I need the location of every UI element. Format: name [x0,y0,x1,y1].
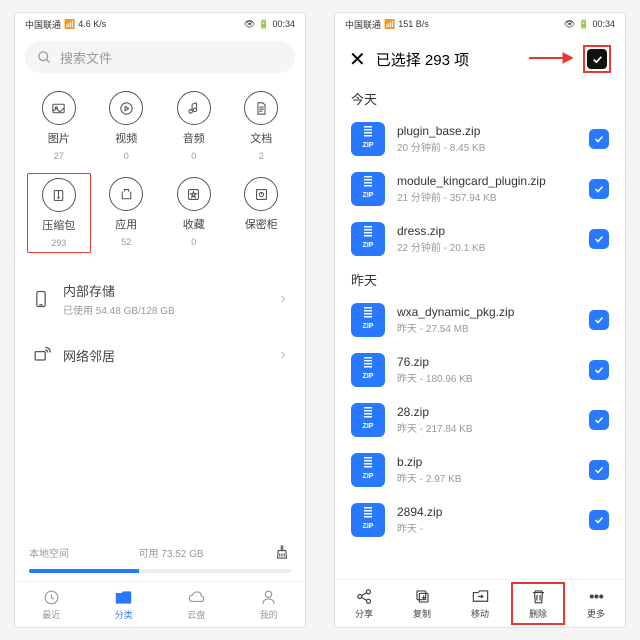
search-icon [37,50,52,65]
section-yesterday: 昨天 [335,264,625,295]
category-video[interactable]: 视频0 [95,87,159,165]
zip-icon: ZIP [351,353,385,387]
chevron-right-icon [277,293,289,305]
nav-recent[interactable]: 最近 [15,582,88,627]
category-images[interactable]: 图片27 [27,87,91,165]
internal-storage-row[interactable]: 内部存储已使用 54.48 GB/128 GB [15,267,305,331]
checkbox[interactable] [589,310,609,330]
action-more[interactable]: 更多 [567,580,625,627]
checkbox[interactable] [589,360,609,380]
status-bar: 中国联通📶151 B/s 👁🔋00:34 [335,13,625,35]
category-archives[interactable]: 压缩包293 [27,173,91,253]
section-today: 今天 [335,83,625,114]
category-apps[interactable]: 应用52 [95,173,159,253]
storage-summary: 本地空间可用 73.52 GB [15,543,305,565]
screen-file-manager-categories: 中国联通📶4.6 K/s 👁🔋00:34 搜索文件 图片27 视频0 音频0 文… [14,12,306,628]
file-row[interactable]: ZIPb.zip昨天 - 2.97 KB [335,445,625,495]
category-grid: 图片27 视频0 音频0 文档2 压缩包293 应用52 收藏0 保密柜 [15,79,305,267]
checkbox[interactable] [589,229,609,249]
file-list: 今天 ZIPplugin_base.zip20 分钟前 - 8.45 KB ZI… [335,83,625,579]
action-copy[interactable]: 复制 [393,580,451,627]
file-row[interactable]: ZIPplugin_base.zip20 分钟前 - 8.45 KB [335,114,625,164]
zip-icon: ZIP [351,222,385,256]
category-docs[interactable]: 文档2 [230,87,294,165]
wifi-device-icon [31,345,51,365]
zip-icon: ZIP [351,172,385,206]
file-row[interactable]: ZIP28.zip昨天 - 217.84 KB [335,395,625,445]
category-audio[interactable]: 音频0 [162,87,226,165]
network-neighbors-row[interactable]: 网络邻居 [15,331,305,379]
checkbox[interactable] [589,460,609,480]
screen-selection-mode: 中国联通📶151 B/s 👁🔋00:34 ✕ 已选择 293 项 今天 ZIPp… [334,12,626,628]
file-row[interactable]: ZIP2894.zip昨天 - [335,495,625,545]
file-row[interactable]: ZIPmodule_kingcard_plugin.zip21 分钟前 - 35… [335,164,625,214]
zip-icon: ZIP [351,403,385,437]
status-bar: 中国联通📶4.6 K/s 👁🔋00:34 [15,13,305,35]
select-all-checkbox[interactable] [587,49,607,69]
phone-storage-icon [31,289,51,309]
search-input[interactable]: 搜索文件 [25,41,295,73]
nav-me[interactable]: 我的 [233,582,306,627]
zip-icon: ZIP [351,453,385,487]
nav-categories[interactable]: 分类 [88,582,161,627]
cleanup-icon[interactable] [273,543,291,561]
file-row[interactable]: ZIPwxa_dynamic_pkg.zip昨天 - 27.54 MB [335,295,625,345]
action-move[interactable]: 移动 [451,580,509,627]
storage-progress [29,569,291,573]
chevron-right-icon [277,349,289,361]
selection-header: ✕ 已选择 293 项 [335,35,625,83]
zip-icon: ZIP [351,122,385,156]
zip-icon: ZIP [351,303,385,337]
category-safe[interactable]: 保密柜 [230,173,294,253]
zip-icon: ZIP [351,503,385,537]
close-icon[interactable]: ✕ [349,47,366,72]
checkbox[interactable] [589,510,609,530]
action-delete[interactable]: 删除 [509,580,567,627]
file-row[interactable]: ZIPdress.zip22 分钟前 - 20.1 KB [335,214,625,264]
category-favorites[interactable]: 收藏0 [162,173,226,253]
checkbox[interactable] [589,129,609,149]
annotation-arrow [529,51,573,70]
action-share[interactable]: 分享 [335,580,393,627]
nav-cloud[interactable]: 云盘 [160,582,233,627]
action-bar: 分享 复制 移动 删除 更多 [335,579,625,627]
file-row[interactable]: ZIP76.zip昨天 - 180.96 KB [335,345,625,395]
checkbox[interactable] [589,179,609,199]
bottom-nav: 最近 分类 云盘 我的 [15,581,305,627]
checkbox[interactable] [589,410,609,430]
